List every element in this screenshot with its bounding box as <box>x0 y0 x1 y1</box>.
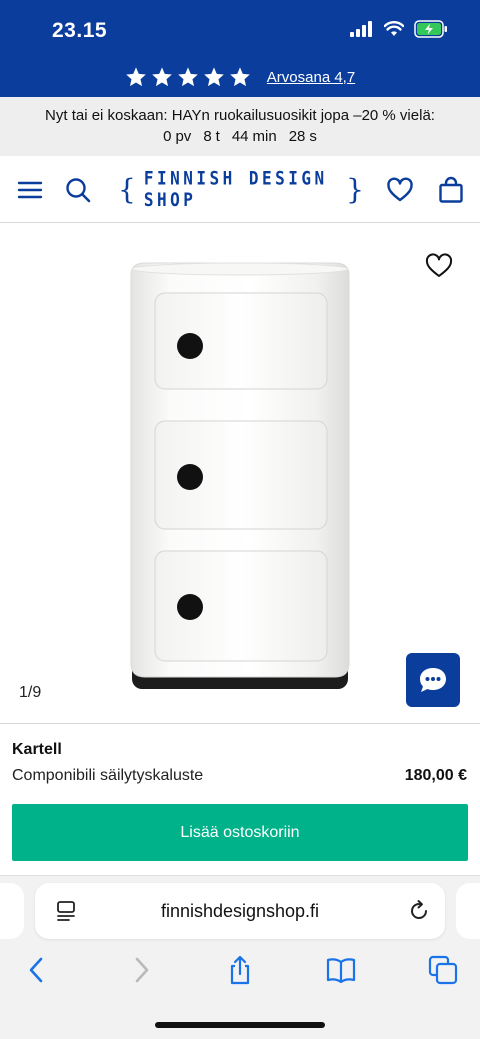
signal-icon <box>350 21 372 37</box>
menu-icon[interactable] <box>16 176 44 204</box>
heart-icon[interactable] <box>386 176 414 204</box>
add-to-cart-button[interactable]: Lisää ostoskoriin <box>12 804 468 861</box>
star-icon <box>151 67 172 87</box>
star-icon <box>229 67 250 87</box>
previous-tab-preview[interactable] <box>0 883 24 939</box>
wishlist-heart-icon[interactable] <box>425 253 453 279</box>
chat-bubble-icon <box>420 668 446 692</box>
logo-text: FINNISH DESIGN SHOP <box>143 167 328 211</box>
site-logo[interactable]: { FINNISH DESIGN SHOP } <box>118 167 364 211</box>
address-bar[interactable]: finnishdesignshop.fi <box>35 883 445 939</box>
product-name: Componibili säilytyskaluste <box>12 767 204 784</box>
gallery-pager: 1/9 <box>19 684 42 701</box>
status-icons <box>350 20 448 38</box>
url-text: finnishdesignshop.fi <box>160 900 320 921</box>
drawer-handle <box>177 594 203 620</box>
rating-row: Arvosana 4,7 <box>0 66 480 88</box>
bag-icon[interactable] <box>437 176 465 204</box>
search-icon[interactable] <box>64 176 92 204</box>
chat-button[interactable] <box>406 653 460 707</box>
top-banner: 23.15 Arvosana 4,7 <box>0 0 480 97</box>
countdown-minutes: 44 min <box>231 128 277 145</box>
star-icon <box>177 67 198 87</box>
promo-message: Nyt tai ei koskaan: HAYn ruokailusuosiki… <box>45 107 435 124</box>
product-info-divider <box>0 723 480 724</box>
status-time: 23.15 <box>52 19 108 42</box>
star-icon <box>203 67 224 87</box>
forward-icon[interactable] <box>126 955 156 985</box>
drawer-handle <box>177 464 203 490</box>
rating-stars <box>125 66 251 88</box>
product-brand[interactable]: Kartell <box>12 741 62 759</box>
wifi-icon <box>384 21 404 36</box>
tabs-icon[interactable] <box>428 955 458 985</box>
countdown: 0 pv 8t 44 min 28 s <box>0 126 480 147</box>
promo-banner[interactable]: Nyt tai ei koskaan: HAYn ruokailusuosiki… <box>0 97 480 156</box>
star-icon <box>125 67 146 87</box>
logo-brace-right: } <box>346 172 364 206</box>
countdown-seconds: 28 s <box>288 128 317 145</box>
countdown-hours: 8t <box>203 128 220 145</box>
product-image <box>130 262 350 689</box>
product-price: 180,00 € <box>404 767 467 784</box>
bookmarks-icon[interactable] <box>326 955 356 985</box>
share-icon[interactable] <box>225 955 255 985</box>
back-icon[interactable] <box>22 955 52 985</box>
countdown-days: 0 pv <box>163 128 192 145</box>
product-gallery[interactable] <box>0 223 480 723</box>
home-indicator <box>155 1022 325 1028</box>
logo-brace-left: { <box>118 172 136 206</box>
drawer-handle <box>177 333 203 359</box>
battery-charging-icon <box>414 20 447 38</box>
reload-icon[interactable] <box>407 899 431 923</box>
rating-link[interactable]: Arvosana 4,7 <box>267 69 355 86</box>
next-tab-preview[interactable] <box>456 883 480 939</box>
